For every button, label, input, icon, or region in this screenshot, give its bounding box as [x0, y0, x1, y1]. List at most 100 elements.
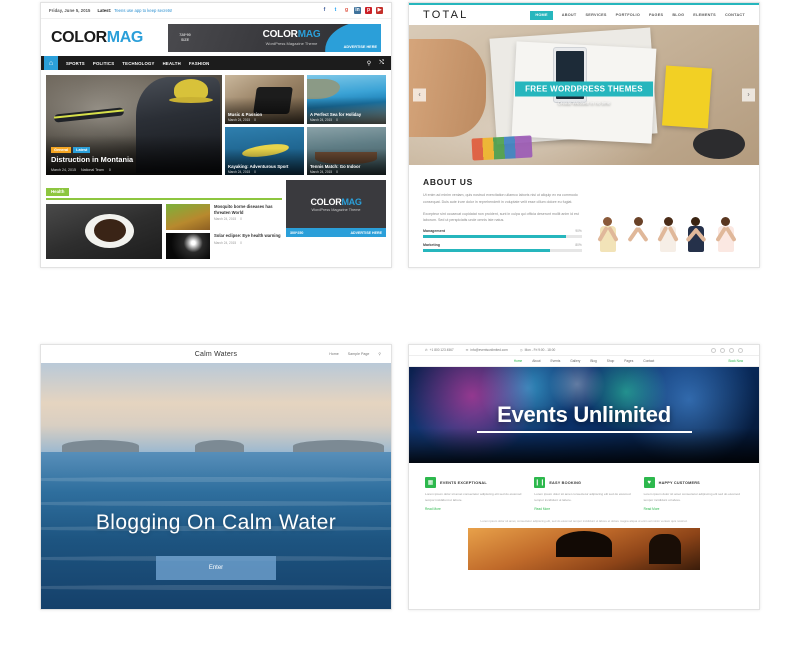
nav-item-pages[interactable]: PAGES — [649, 13, 663, 17]
nav-item-technology[interactable]: TECHNOLOGY — [122, 61, 154, 66]
read-more-link[interactable]: Read More — [425, 507, 524, 511]
list-item[interactable]: Music & Passion March 24, 2015 0 — [225, 75, 304, 124]
total-hero-slider[interactable]: FREE WORDPRESS THEMES Create Website in … — [409, 25, 759, 165]
nav-item-about[interactable]: About — [532, 359, 540, 363]
nav-item-contact[interactable]: Contact — [643, 359, 654, 363]
ticket-icon: ❙❙ — [534, 477, 546, 488]
list-item[interactable]: Kayaking: Adventurous Sport March 24, 20… — [225, 126, 304, 175]
nav-item-shop[interactable]: Shop — [607, 359, 614, 363]
read-more-link[interactable]: Read More — [534, 507, 633, 511]
island-shape — [293, 439, 384, 452]
read-more-link[interactable]: Read More — [644, 507, 743, 511]
nav-item-sample-page[interactable]: Sample Page — [348, 352, 370, 356]
search-icon[interactable]: ⚲ — [378, 352, 381, 356]
feature-card[interactable]: ❙❙ EASY BOOKING Lorem ipsum dolor sit am… — [534, 477, 633, 511]
colormag-article-grid: Music & Passion March 24, 2015 0 A Perfe… — [225, 75, 386, 175]
page-title[interactable]: Calm Waters — [195, 351, 237, 358]
nav-item-fashion[interactable]: FASHION — [189, 61, 210, 66]
nav-item-politics[interactable]: POLITICS — [93, 61, 114, 66]
colormag-logo[interactable]: COLORMAG — [51, 29, 143, 47]
list-item[interactable]: Solar eclipse: Eye health warning March … — [166, 233, 282, 259]
phone-info[interactable]: ✆ +1 800 123 4567 — [425, 348, 454, 352]
nav-item-blog[interactable]: Blog — [590, 359, 596, 363]
colormag-nav-actions[interactable]: ⚲ ⤭ — [367, 60, 391, 67]
colormag-sidebar-ad[interactable]: COLORMAG WordPress Magazine Theme 300*25… — [286, 180, 386, 259]
feature-card[interactable]: ♥ HAPPY CUSTOMERS Lorem ipsum dolor sit … — [643, 477, 743, 511]
feature-title: EVENTS EXCEPTIONAL — [440, 480, 487, 485]
nav-item-blog[interactable]: BLOG — [672, 13, 684, 17]
nav-item-pages[interactable]: Pages — [624, 359, 633, 363]
feature-text: Lorem ipsum dolor sit amet consectetur a… — [425, 492, 522, 502]
chevron-left-icon[interactable]: ‹ — [413, 88, 426, 102]
phone-number: +1 800 123 4567 — [429, 348, 454, 352]
theme-thumbnail-events[interactable]: ✆ +1 800 123 4567 ✉ info@eventsunlimited… — [408, 344, 760, 610]
chevron-right-icon[interactable]: › — [742, 88, 755, 102]
feature-card[interactable]: ▦ EVENTS EXCEPTIONAL Lorem ipsum dolor s… — [425, 477, 524, 511]
nav-item-services[interactable]: SERVICES — [586, 13, 607, 17]
section-tag-health[interactable]: Health — [46, 187, 70, 196]
grid-title[interactable]: Tennis Match: Go Indoor — [310, 164, 360, 169]
total-logo[interactable]: TOTAL — [423, 9, 468, 21]
colormag-featured-article[interactable]: General Latest Distruction in Montania M… — [46, 75, 222, 175]
list-item[interactable]: Tennis Match: Go Indoor March 24, 2015 0 — [307, 126, 386, 175]
nav-item-gallery[interactable]: Gallery — [570, 359, 580, 363]
colormag-latest-text[interactable]: Teens use app to keep secrets! — [114, 8, 172, 13]
nav-item-sports[interactable]: SPORTS — [66, 61, 85, 66]
feature-text: Lorem ipsum dolor sit amet consectetur a… — [643, 492, 740, 502]
events-caption: Lorem ipsum dolor sit amet, consectetur … — [480, 519, 688, 524]
article-title[interactable]: Mosquito borne diseases has threaten Wor… — [214, 204, 282, 215]
youtube-icon[interactable]: ▶ — [376, 7, 383, 14]
nav-item-contact[interactable]: CONTACT — [725, 13, 745, 17]
nav-item-home[interactable]: HOME — [530, 10, 553, 20]
events-bottom-image[interactable] — [468, 528, 700, 571]
random-icon[interactable]: ⤭ — [379, 60, 384, 67]
grid-title[interactable]: Kayaking: Adventurous Sport — [228, 164, 288, 169]
water-wave — [41, 476, 391, 482]
pinterest-icon[interactable]: p — [365, 7, 372, 14]
google-plus-icon[interactable]: g — [343, 7, 350, 14]
nav-item-about[interactable]: ABOUT — [562, 13, 577, 17]
google-plus-icon[interactable] — [729, 347, 734, 353]
instagram-icon[interactable] — [738, 347, 743, 353]
total-navbar[interactable]: HOME ABOUT SERVICES PORTFOLIO PAGES BLOG… — [530, 10, 745, 20]
linkedin-icon[interactable]: in — [354, 7, 361, 14]
status-badge[interactable]: Latest — [73, 146, 91, 153]
book-now-button[interactable]: Book Now — [728, 359, 743, 363]
twitter-icon[interactable] — [720, 347, 725, 353]
home-icon[interactable]: ⌂ — [44, 56, 58, 70]
list-item[interactable]: A Perfect Sea for Holiday March 24, 2015… — [307, 75, 386, 124]
theme-thumbnail-calmwaters[interactable]: Calm Waters Home Sample Page ⚲ Blogging … — [40, 344, 392, 610]
nav-item-home[interactable]: Home — [514, 359, 523, 363]
enter-button[interactable]: Enter — [156, 555, 276, 580]
facebook-icon[interactable]: f — [321, 7, 328, 14]
nav-item-health[interactable]: HEALTH — [163, 61, 181, 66]
facebook-icon[interactable] — [711, 347, 716, 353]
twitter-icon[interactable]: t — [332, 7, 339, 14]
status-badge[interactable]: General — [51, 146, 72, 153]
theme-thumbnail-colormag[interactable]: Friday, June 5, 2015 Latest: Teens use a… — [40, 2, 392, 268]
grid-title[interactable]: A Perfect Sea for Holiday — [310, 112, 361, 117]
colormag-ad-cta[interactable]: ADVERTISE HERE — [344, 45, 377, 49]
nav-item-events[interactable]: Events — [551, 359, 561, 363]
email-info[interactable]: ✉ info@eventsunlimited.com — [466, 348, 508, 352]
colormag-health-section: Health Mosquito borne diseases has threa… — [41, 180, 391, 264]
events-navbar[interactable]: Home About Events Gallery Blog Shop Page… — [409, 356, 759, 367]
skill-bar-management: Management 90% — [423, 229, 582, 239]
colormag-banner-ad[interactable]: 728*90 SIZE COLORMAG WordPress Magazine … — [168, 23, 381, 52]
events-social-links[interactable] — [711, 347, 743, 353]
article-title[interactable]: Solar eclipse: Eye health warning — [214, 233, 281, 239]
theme-thumbnail-total[interactable]: TOTAL HOME ABOUT SERVICES PORTFOLIO PAGE… — [408, 2, 760, 268]
nav-item-portfolio[interactable]: PORTFOLIO — [616, 13, 640, 17]
grid-title[interactable]: Music & Passion — [228, 112, 262, 117]
featured-title[interactable]: Distruction in Montania — [51, 155, 133, 164]
nav-item-home[interactable]: Home — [329, 352, 339, 356]
colormag-social-links[interactable]: f t g in p ▶ — [321, 7, 383, 14]
nav-item-elements[interactable]: ELEMENTS — [693, 13, 716, 17]
search-icon[interactable]: ⚲ — [367, 60, 371, 67]
colormag-navbar[interactable]: ⌂ SPORTS POLITICS TECHNOLOGY HEALTH FASH… — [41, 56, 391, 70]
coffee-image[interactable] — [46, 204, 162, 259]
calmwaters-navbar[interactable]: Home Sample Page ⚲ — [329, 352, 381, 356]
grid-meta: March 24, 2015 0 — [310, 118, 338, 122]
sidebar-ad-cta[interactable]: ADVERTISE HERE — [350, 231, 382, 235]
list-item[interactable]: Mosquito borne diseases has threaten Wor… — [166, 204, 282, 230]
